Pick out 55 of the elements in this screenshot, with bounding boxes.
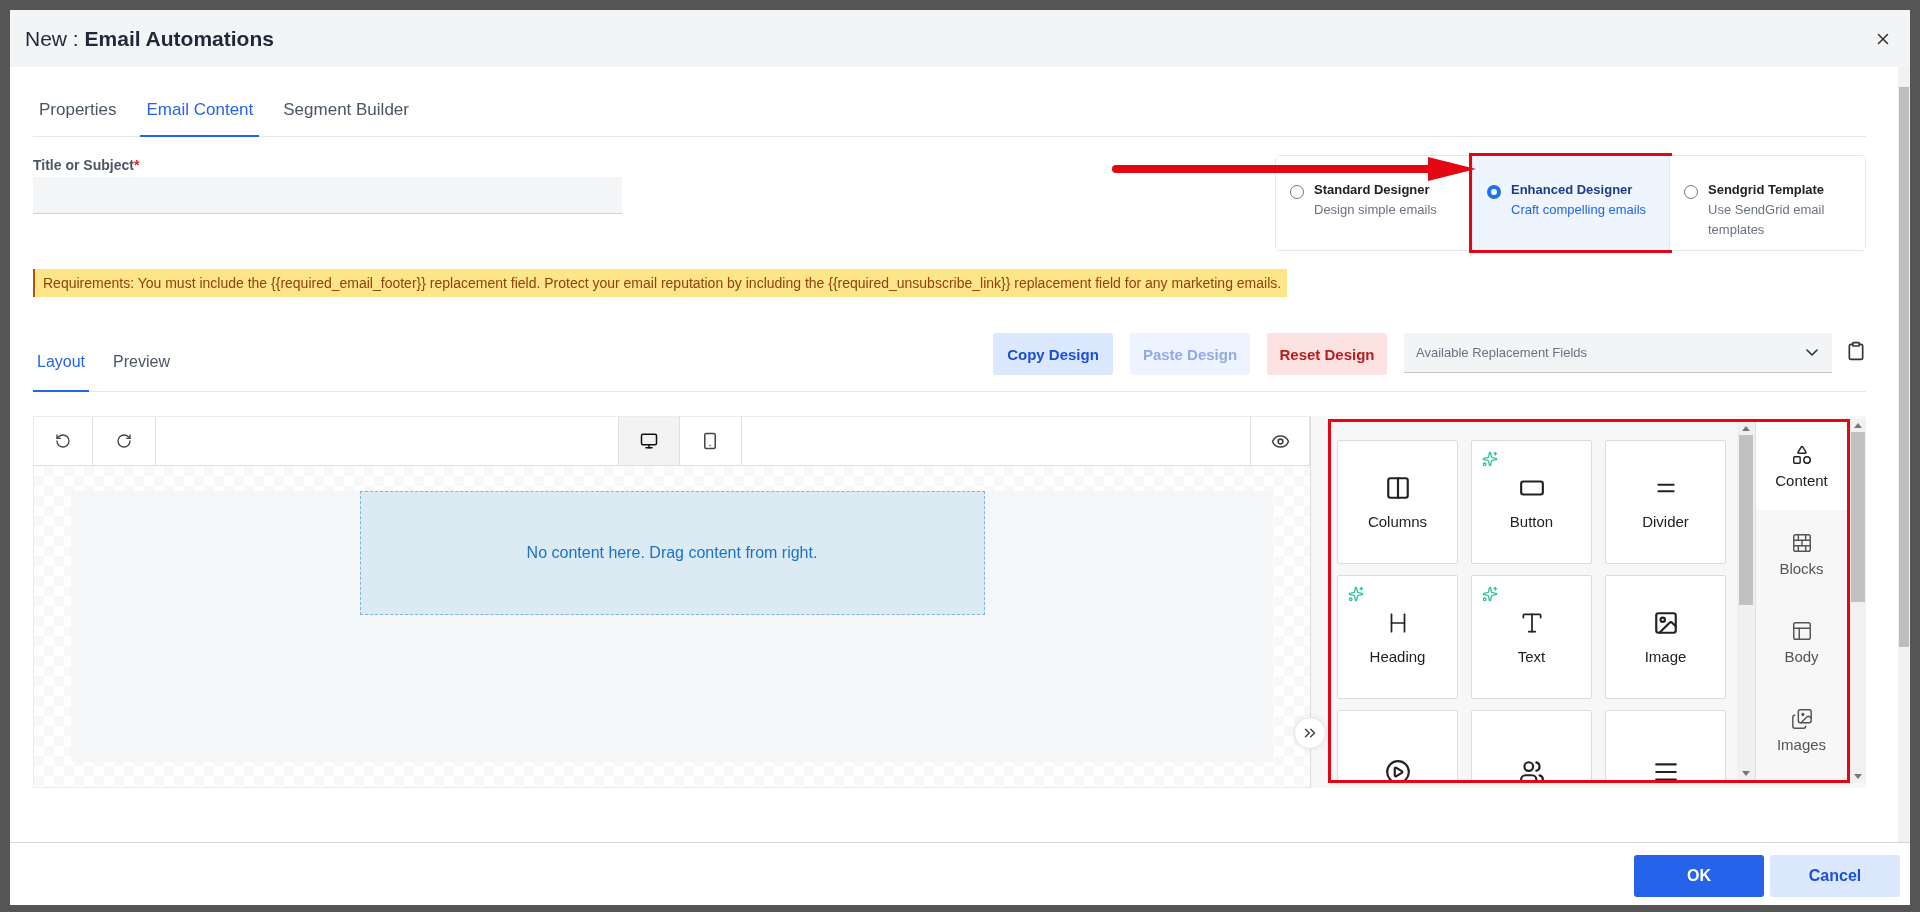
content-tile[interactable]: Columns <box>1337 440 1458 564</box>
option-title: Enhanced Designer <box>1511 182 1634 197</box>
tile-icon <box>1384 759 1411 780</box>
scrollbar[interactable] <box>1737 422 1755 780</box>
side-tab[interactable]: Body <box>1756 598 1847 686</box>
clipboard-button[interactable] <box>1846 341 1866 361</box>
side-tab-icon <box>1790 619 1813 642</box>
field-label: Title or Subject* <box>33 157 141 173</box>
option-title: Standard Designer <box>1314 182 1431 197</box>
side-tab-icon <box>1790 707 1813 730</box>
side-tab-icon <box>1790 443 1813 466</box>
monitor-icon <box>639 432 658 450</box>
side-tab[interactable]: Images <box>1756 686 1847 774</box>
designer-option[interactable]: Sendgrid Template Use SendGrid email templates <box>1669 156 1865 250</box>
cancel-button[interactable]: Cancel <box>1770 855 1900 897</box>
option-description: Craft compelling emails <box>1511 201 1647 219</box>
radio-button[interactable] <box>1684 185 1698 199</box>
radio-button[interactable] <box>1290 185 1304 199</box>
content-tile[interactable]: Heading <box>1337 575 1458 699</box>
redo-icon <box>116 433 132 449</box>
tab[interactable]: Properties <box>33 67 123 137</box>
option-description: Use SendGrid email templates <box>1708 201 1826 239</box>
designer-option[interactable]: Enhanced Designer Craft compelling emails <box>1472 156 1669 250</box>
content-tile[interactable]: Button <box>1471 440 1592 564</box>
design-action-button[interactable]: Copy Design <box>993 333 1113 375</box>
tile-icon <box>1652 609 1679 636</box>
chevron-down-icon <box>1806 349 1818 356</box>
option-title: Sendgrid Template <box>1708 182 1826 197</box>
side-tab[interactable]: Blocks <box>1756 510 1847 598</box>
subject-field[interactable] <box>33 177 622 214</box>
dialog-title: New : Email Automations <box>25 26 274 51</box>
requirements-banner: Requirements: You must include the {{required_email_footer}} replacement field. Protect your email reputation by including the {{required_unsubscribe_link}} replacement field for any marketing emails. <box>33 269 1288 297</box>
preview-eye-button[interactable] <box>1250 417 1310 465</box>
side-tab[interactable]: Content <box>1756 422 1847 510</box>
drop-zone: No content here. Drag content from right. <box>359 491 985 615</box>
radio-button[interactable] <box>1487 185 1501 199</box>
undo-icon <box>55 433 71 449</box>
ok-button[interactable]: OK <box>1634 855 1764 897</box>
option-description: Design simple emails <box>1314 201 1437 219</box>
content-tile[interactable]: Text <box>1471 575 1592 699</box>
tab[interactable]: Email Content <box>140 67 260 137</box>
clipboard-icon <box>1846 341 1866 361</box>
editor-tab[interactable]: Layout <box>33 333 90 392</box>
replacement-fields-dropdown[interactable]: Available Replacement Fields <box>1404 333 1832 373</box>
design-action-button[interactable]: Reset Design <box>1267 333 1387 375</box>
tile-icon <box>1384 474 1411 501</box>
page-scrollbar[interactable] <box>1898 67 1910 842</box>
tab[interactable]: Segment Builder <box>277 67 415 137</box>
content-tile[interactable]: Divider <box>1605 440 1726 564</box>
side-tab-icon <box>1790 531 1813 554</box>
tile-icon <box>1518 759 1545 780</box>
editor-tab[interactable]: Preview <box>109 333 174 392</box>
desktop-view-button[interactable] <box>617 417 680 465</box>
content-tile[interactable]: Image <box>1605 575 1726 699</box>
scrollbar[interactable] <box>1850 419 1866 783</box>
